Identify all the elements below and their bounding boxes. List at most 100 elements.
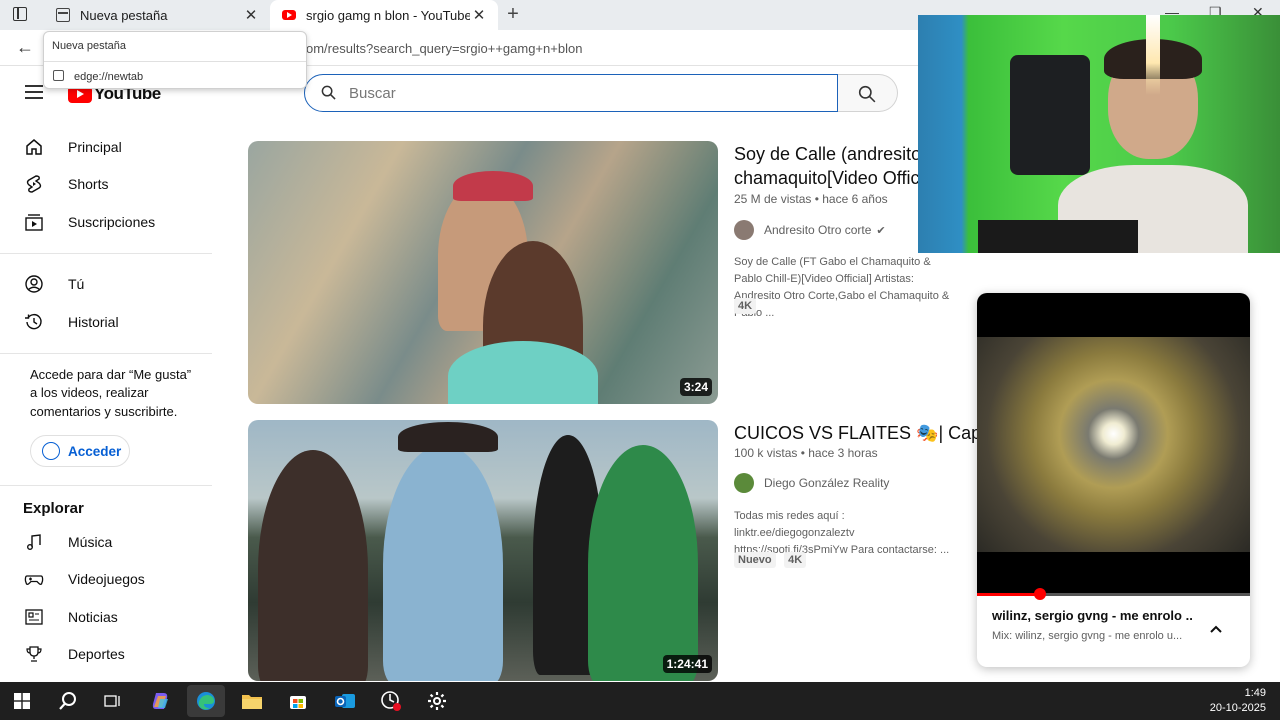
sidebar-item-historial[interactable]: Historial [0,303,212,341]
miniplayer-subtitle: Mix: wilinz, sergio gvng - me enrolo u..… [992,630,1183,642]
miniplayer-video[interactable] [977,293,1250,596]
sidebar: Principal Shorts Suscripciones Tú Histor… [0,128,212,673]
quality-badge: 4K [784,552,807,568]
quality-badge: 4K [734,298,757,314]
taskbar: 1:49 20-10-2025 [0,682,1280,720]
sidebar-item-shorts[interactable]: Shorts [0,166,212,204]
search-icon [858,85,876,103]
windows-start-icon[interactable] [3,685,41,717]
hover-card-title: Nueva pestaña [52,40,126,52]
subscriptions-icon [25,214,43,231]
sidebar-item-deportes[interactable]: Deportes [0,636,212,674]
search-box[interactable] [304,74,838,112]
progress-fill [977,593,1040,596]
channel-name[interactable]: Andresito Otro corte [764,223,871,237]
trophy-icon [26,646,42,662]
video-thumbnail[interactable]: 1:24:41 [248,420,718,681]
divider [0,485,212,486]
search-icon[interactable] [49,685,87,717]
tab-hover-card: Nueva pestaña edge://newtab [43,31,307,89]
new-tab-button[interactable]: + [502,3,524,25]
thumbnail-figure [588,445,698,681]
account-icon [42,442,60,460]
thumbnail-figure [383,445,503,681]
sidebar-item-label: Suscripciones [68,213,156,230]
sidebar-item-label: Deportes [68,646,125,663]
video-title[interactable]: Soy de Calle (andresito o [734,142,934,166]
shorts-icon [26,175,42,193]
video-thumbnail[interactable]: 3:24 [248,141,718,404]
store-icon[interactable] [279,685,317,717]
outlook-icon[interactable] [326,685,364,717]
sidebar-item-label: Tú [68,276,85,293]
webcam-scene [1010,55,1090,175]
channel-row[interactable]: Andresito Otro corte ✔ [734,220,886,240]
sidebar-item-musica[interactable]: Música [0,523,212,561]
thumbnail-figure [448,341,598,404]
menu-hamburger-icon[interactable] [25,85,43,99]
video-title[interactable]: CUICOS VS FLAITES 🎭| Capítulo [734,421,984,445]
sidebar-item-label: Shorts [68,176,109,193]
channel-avatar[interactable] [734,220,754,240]
sidebar-item-label: Música [68,533,113,550]
file-explorer-icon[interactable] [233,685,271,717]
progress-knob[interactable] [1033,588,1046,600]
thumbnail-figure [453,171,533,201]
chevron-up-icon[interactable] [1207,621,1225,639]
tab-title: Nueva pestaña [80,7,168,23]
search-icon [321,85,336,100]
sidebar-item-principal[interactable]: Principal [0,128,212,166]
sidebar-item-noticias[interactable]: Noticias [0,598,212,636]
task-view-icon[interactable] [94,685,132,717]
video-description: Soy de Calle (FT Gabo el Chamaquito & Pa… [734,256,950,319]
screen-recorder-icon[interactable] [372,685,410,717]
sidebar-item-videojuegos[interactable]: Videojuegos [0,561,212,599]
webcam-overlay [918,15,1280,253]
close-tab-icon[interactable]: ✕ [470,6,488,24]
video-meta: 25 M de vistas • hace 6 años [734,192,888,206]
hover-card-url: edge://newtab [74,71,144,83]
signin-button-label: Acceder [68,443,122,459]
edge-icon[interactable] [187,685,225,717]
search-button[interactable] [838,74,898,112]
history-icon [25,313,42,330]
badge-row: Nuevo 4K [734,550,810,568]
clock-date: 20-10-2025 [1209,702,1266,714]
thumbnail-figure [398,422,498,452]
search-input[interactable] [349,81,819,105]
sidebar-item-suscripciones[interactable]: Suscripciones [0,203,212,241]
video-duration: 3:24 [679,378,712,396]
badge-row: 4K [734,296,760,314]
miniplayer-frame [977,337,1250,552]
address-url[interactable]: om/results?search_query=srgio++gamg+n+bl… [306,41,582,56]
divider [44,61,306,62]
sidebar-item-label: Videojuegos [68,571,145,588]
divider [0,352,212,354]
sidebar-item-tu[interactable]: Tú [0,266,212,304]
video-duration: 1:24:41 [662,655,712,673]
webcam-scene [1146,15,1160,95]
system-clock[interactable]: 1:49 20-10-2025 [1210,686,1266,716]
clock-time: 1:49 [1244,687,1266,699]
channel-row[interactable]: Diego González Reality [734,473,889,493]
miniplayer[interactable]: wilinz, sergio gvng - me enrolo ... Mix:… [977,293,1250,667]
video-title[interactable]: chamaquito[Video Officia [734,166,934,190]
close-tab-icon[interactable]: ✕ [242,6,260,24]
channel-avatar[interactable] [734,473,754,493]
news-icon [25,609,43,625]
tab-youtube[interactable]: srgio gamg n blon - YouTube ✕ [270,0,498,30]
sidebar-item-label: Principal [68,138,122,155]
verified-icon: ✔ [876,224,886,237]
miniplayer-progress[interactable] [977,588,1250,600]
channel-name[interactable]: Diego González Reality [764,476,889,490]
new-tab-favicon-icon [53,70,64,81]
copilot-icon[interactable] [142,685,180,717]
signin-button[interactable]: Acceder [30,435,130,467]
tab-actions-icon[interactable] [13,7,27,21]
youtube-favicon-icon [282,10,296,20]
miniplayer-title[interactable]: wilinz, sergio gvng - me enrolo ... [992,608,1192,623]
user-icon [25,275,43,293]
settings-icon[interactable] [418,685,456,717]
back-arrow-icon[interactable]: ← [16,37,34,58]
tab-new-tab[interactable]: Nueva pestaña ✕ [44,0,270,30]
